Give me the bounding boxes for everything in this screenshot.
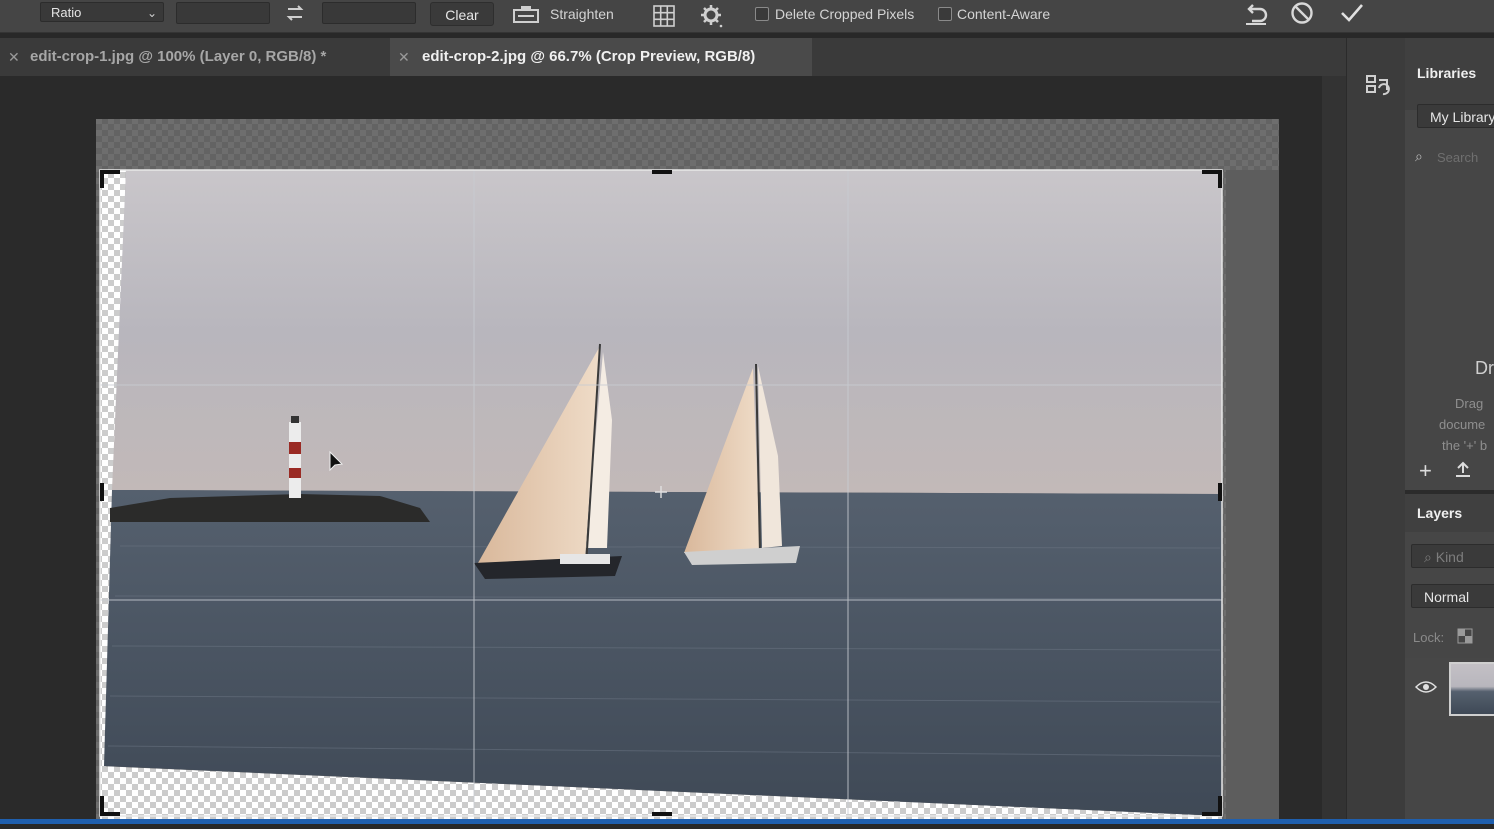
ratio-select[interactable]: Ratio ⌄ [40, 2, 164, 22]
drag-text-line-1: Drag [1455, 396, 1484, 411]
ratio-height-input[interactable] [322, 2, 416, 24]
tab-label: edit-crop-1.jpg @ 100% (Layer 0, RGB/8) … [30, 48, 327, 65]
document-tab-bar: ✕ edit-crop-1.jpg @ 100% (Layer 0, RGB/8… [0, 38, 1360, 76]
right-panel: Libraries My Library ⌕ Search Dr Drag do… [1405, 38, 1494, 824]
lock-transparency-icon[interactable] [1457, 628, 1473, 649]
ratio-select-label: Ratio [51, 5, 82, 20]
overlay-grid-icon[interactable] [651, 3, 677, 34]
layer-kind-filter[interactable]: ⌕ Kind [1411, 544, 1494, 568]
drag-text-line-2: docume [1439, 417, 1486, 432]
close-icon[interactable]: ✕ [398, 38, 410, 76]
add-icon[interactable]: + [1419, 458, 1432, 484]
content-aware-label: Content-Aware [957, 6, 1051, 22]
content-aware-checkbox[interactable] [938, 7, 952, 21]
search-icon: ⌕ [1415, 148, 1423, 164]
blend-mode-select[interactable]: Normal [1411, 584, 1494, 608]
gear-icon[interactable] [699, 3, 725, 34]
library-search-input[interactable]: Search [1437, 150, 1478, 165]
tab-edit-crop-1[interactable]: ✕ edit-crop-1.jpg @ 100% (Layer 0, RGB/8… [8, 38, 388, 76]
chevron-down-icon: ⌄ [146, 6, 157, 20]
canvas-scroll-strip[interactable] [1322, 76, 1346, 824]
level-icon[interactable] [512, 4, 540, 29]
panel-icon-strip [1346, 38, 1405, 824]
swap-icon[interactable] [284, 3, 306, 28]
history-panel-icon[interactable] [1365, 74, 1391, 107]
library-select[interactable]: My Library [1417, 104, 1494, 128]
tab-label: edit-crop-2.jpg @ 66.7% (Crop Preview, R… [422, 48, 756, 65]
search-icon: ⌕ [1424, 549, 1436, 565]
layer-thumbnail[interactable] [1449, 662, 1494, 716]
close-icon[interactable]: ✕ [8, 38, 20, 76]
clear-button[interactable]: Clear [430, 2, 494, 26]
commit-check-icon[interactable] [1338, 1, 1366, 32]
drag-text-line-3: the '+' b [1442, 438, 1488, 453]
document-canvas[interactable] [0, 76, 1322, 824]
crop-preview-image[interactable] [0, 76, 1322, 824]
delete-cropped-checkbox[interactable] [755, 7, 769, 21]
libraries-title[interactable]: Libraries [1417, 65, 1476, 81]
layers-title[interactable]: Layers [1417, 505, 1462, 521]
kind-placeholder: Kind [1435, 549, 1464, 565]
delete-cropped-label: Delete Cropped Pixels [775, 6, 915, 22]
status-accent-bar [0, 819, 1494, 824]
layer-row[interactable] [1405, 658, 1494, 720]
drag-heading: Dr [1475, 358, 1494, 378]
reset-icon[interactable] [1242, 1, 1270, 32]
eye-icon[interactable] [1414, 680, 1438, 699]
tab-edit-crop-2[interactable]: ✕ edit-crop-2.jpg @ 66.7% (Crop Preview,… [390, 38, 812, 76]
cancel-icon[interactable] [1289, 1, 1315, 32]
options-bar: Ratio ⌄ Clear Straighten Delete Cropped … [0, 0, 1494, 33]
lock-label: Lock: [1413, 630, 1445, 645]
straighten-label[interactable]: Straighten [550, 6, 614, 22]
upload-icon[interactable] [1453, 460, 1473, 485]
ratio-width-input[interactable] [176, 2, 270, 24]
